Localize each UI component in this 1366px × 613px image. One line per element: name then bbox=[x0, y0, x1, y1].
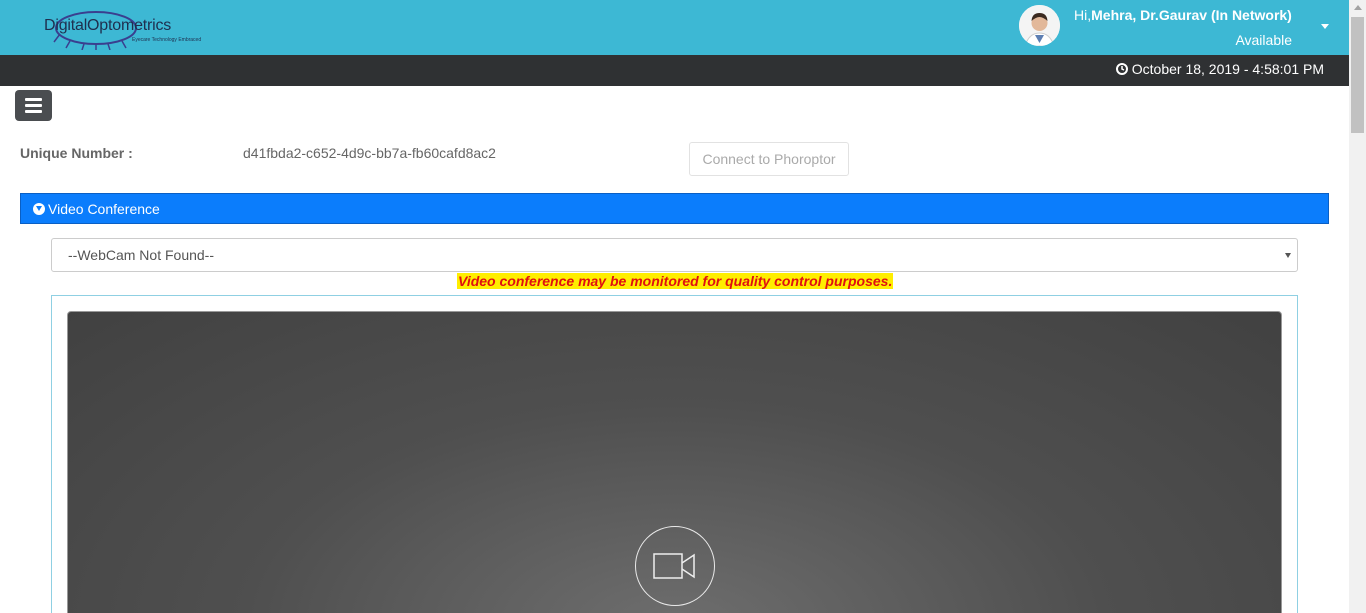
clock-icon bbox=[1115, 63, 1128, 75]
datetime-text: October 18, 2019 - 4:58:01 PM bbox=[1131, 61, 1324, 77]
user-menu[interactable]: Hi,Mehra, Dr.Gaurav (In Network) Availab… bbox=[1009, 0, 1349, 55]
page: DigitalOptometrics Eyecare Technology Em… bbox=[0, 0, 1349, 613]
date-bar: October 18, 2019 - 4:58:01 PM bbox=[0, 55, 1349, 86]
availability-status: Available bbox=[1235, 32, 1292, 48]
top-header: DigitalOptometrics Eyecare Technology Em… bbox=[0, 0, 1349, 55]
select-arrow-icon bbox=[1285, 253, 1291, 258]
scroll-up-icon[interactable] bbox=[1354, 5, 1362, 10]
brand-name: DigitalOptometrics bbox=[44, 17, 172, 34]
connect-phoroptor-button[interactable]: Connect to Phoroptor bbox=[689, 142, 849, 176]
logo[interactable]: DigitalOptometrics Eyecare Technology Em… bbox=[40, 4, 215, 50]
greeting-text: Hi,Mehra, Dr.Gaurav (In Network) bbox=[1074, 7, 1292, 23]
webcam-selected-value: --WebCam Not Found-- bbox=[68, 247, 215, 263]
datetime-display: October 18, 2019 - 4:58:01 PM bbox=[1115, 61, 1324, 77]
monitoring-notice: Video conference may be monitored for qu… bbox=[457, 273, 894, 289]
unique-number-value: d41fbda2-c652-4d9c-bb7a-fb60cafd8ac2 bbox=[243, 145, 496, 161]
chevron-down-icon[interactable] bbox=[1321, 24, 1329, 29]
scrollbar-thumb[interactable] bbox=[1351, 17, 1364, 133]
avatar[interactable] bbox=[1019, 5, 1060, 46]
unique-number-label: Unique Number : bbox=[20, 145, 133, 161]
video-conference-title: Video Conference bbox=[48, 200, 160, 217]
webcam-select[interactable]: --WebCam Not Found-- bbox=[51, 238, 1298, 272]
video-area[interactable] bbox=[67, 311, 1282, 613]
hamburger-menu-button[interactable] bbox=[15, 90, 52, 121]
page-scrollbar[interactable] bbox=[1349, 0, 1366, 613]
menu-icon bbox=[25, 98, 42, 101]
arrow-circle-down-icon bbox=[33, 202, 45, 215]
video-camera-icon bbox=[653, 553, 695, 579]
video-conference-header[interactable]: Video Conference bbox=[20, 193, 1329, 224]
video-frame bbox=[51, 295, 1298, 613]
user-name: Mehra, Dr.Gaurav (In Network) bbox=[1091, 7, 1292, 23]
brand-tagline: Eyecare Technology Embraced bbox=[132, 37, 202, 43]
start-video-button[interactable] bbox=[635, 526, 715, 606]
